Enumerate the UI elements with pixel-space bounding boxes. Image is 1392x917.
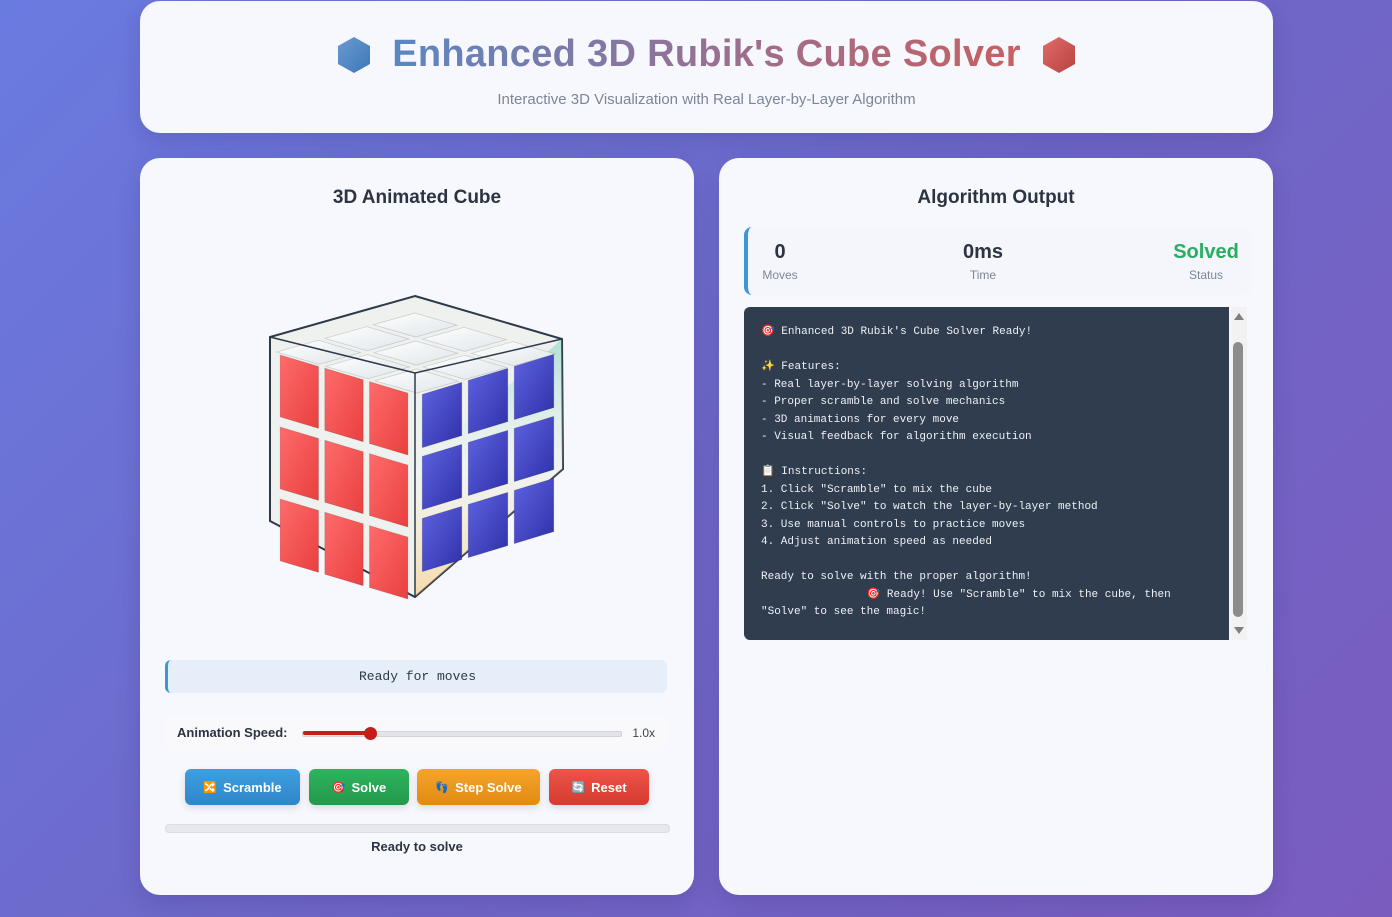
- algorithm-panel-title: Algorithm Output: [917, 187, 1075, 208]
- cube-sticker-front: [279, 498, 319, 573]
- console-scrollbar-thumb[interactable]: [1233, 342, 1243, 617]
- cube-sticker-front: [324, 439, 364, 515]
- cube-panel: 3D Animated Cube Ready for moves Animati…: [140, 158, 694, 895]
- speed-slider-thumb[interactable]: [363, 727, 377, 740]
- console-scrollbar[interactable]: [1231, 307, 1247, 640]
- status-value: Solved: [1173, 241, 1239, 263]
- moves-value: 0: [774, 241, 786, 263]
- scramble-button[interactable]: 🔀 Scramble: [185, 769, 300, 805]
- cube-sticker-front: [369, 525, 409, 600]
- console-line: "Solve" to see the magic!: [761, 606, 927, 618]
- rubiks-cube-svg: [269, 294, 565, 600]
- speed-control: Animation Speed: 1.0x: [165, 715, 669, 751]
- console-line: 🎯 Ready! Use "Scramble" to mix the cube,…: [761, 588, 1171, 601]
- solve-button[interactable]: 🎯 Solve: [309, 769, 409, 805]
- page-subtitle: Interactive 3D Visualization with Real L…: [497, 91, 916, 108]
- cube-sticker-front: [369, 381, 409, 456]
- stats-bar: 0 Moves 0ms Time Solved Status: [744, 227, 1252, 295]
- reset-label: Reset: [591, 779, 627, 795]
- console-line: 4. Adjust animation speed as needed: [761, 536, 993, 548]
- console-line: - Real layer-by-layer solving algorithm: [761, 378, 1019, 391]
- scroll-down-arrow-icon[interactable]: [1234, 627, 1244, 634]
- solve-label: Solve: [351, 779, 387, 795]
- time-label: Time: [969, 268, 997, 282]
- stat-status: Solved Status: [1166, 241, 1246, 282]
- header-card: Enhanced 3D Rubik's Cube Solver Interact…: [140, 1, 1273, 133]
- console-line: - Proper scramble and solve mechanics: [761, 396, 1006, 408]
- speed-slider-fill: [303, 731, 370, 735]
- step-solve-button[interactable]: 👣 Step Solve: [417, 769, 540, 805]
- scroll-up-arrow-icon[interactable]: [1234, 313, 1244, 320]
- cube-sticker-front: [324, 367, 364, 443]
- status-label: Status: [1188, 268, 1224, 282]
- console-line: 2. Click "Solve" to watch the layer-by-l…: [761, 501, 1098, 513]
- shuffle-icon: 🔀: [203, 781, 218, 794]
- algorithm-panel: Algorithm Output 0 Moves 0ms Time Solved…: [719, 158, 1273, 895]
- cube-panel-title: 3D Animated Cube: [332, 187, 502, 208]
- refresh-icon: 🔄: [571, 781, 586, 794]
- solve-progress-label: Ready to solve: [371, 839, 463, 854]
- moves-label: Moves: [762, 268, 798, 282]
- console-line: - 3D animations for every move: [761, 413, 960, 426]
- stat-moves: 0 Moves: [760, 241, 800, 282]
- rubiks-cube-3d[interactable]: [265, 291, 575, 601]
- speed-slider[interactable]: [302, 727, 622, 740]
- footprints-icon: 👣: [435, 781, 450, 794]
- blue-hexagon-icon: [337, 36, 370, 73]
- step-solve-label: Step Solve: [455, 779, 522, 795]
- console-line: 🎯 Enhanced 3D Rubik's Cube Solver Ready!: [761, 326, 1033, 338]
- console-line: ✨ Features:: [761, 361, 841, 373]
- move-status: Ready for moves: [165, 660, 667, 693]
- console-line: 1. Click "Scramble" to mix the cube: [761, 483, 993, 496]
- scramble-label: Scramble: [223, 779, 282, 795]
- console-line: 📋 Instructions:: [761, 466, 868, 478]
- reset-button[interactable]: 🔄 Reset: [549, 769, 649, 805]
- console-line: - Visual feedback for algorithm executio…: [761, 431, 1032, 443]
- cube-sticker-front: [279, 426, 319, 501]
- target-icon: 🎯: [331, 781, 346, 794]
- speed-value: 1.0x: [632, 726, 655, 740]
- cube-sticker-front: [324, 511, 364, 587]
- stat-time: 0ms Time: [948, 241, 1018, 282]
- speed-label: Animation Speed:: [177, 725, 288, 740]
- console-line: Ready to solve with the proper algorithm…: [761, 571, 1032, 583]
- algorithm-output-console[interactable]: 🎯 Enhanced 3D Rubik's Cube Solver Ready!…: [744, 307, 1229, 640]
- red-hexagon-icon: [1043, 36, 1076, 73]
- cube-sticker-front: [369, 453, 409, 528]
- solve-progress-bar: [165, 824, 670, 833]
- time-value: 0ms: [962, 241, 1004, 263]
- console-line: 3. Use manual controls to practice moves: [761, 518, 1026, 531]
- title-row: Enhanced 3D Rubik's Cube Solver: [140, 33, 1273, 76]
- cube-sticker-front: [279, 354, 319, 429]
- page-title: Enhanced 3D Rubik's Cube Solver: [392, 33, 1021, 75]
